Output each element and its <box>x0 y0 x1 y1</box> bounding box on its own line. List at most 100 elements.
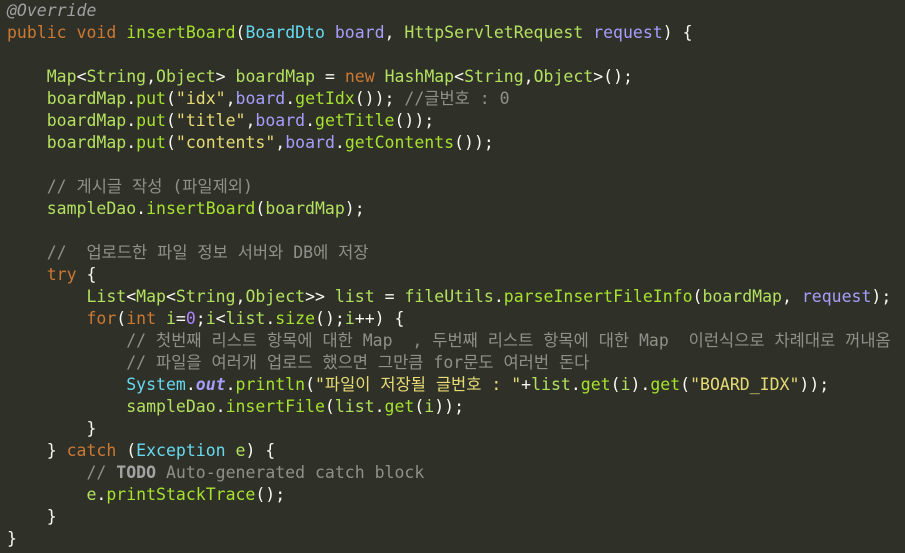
code-token: Map <box>136 287 166 306</box>
code-token: parseInsertFileInfo <box>503 287 693 306</box>
code-line[interactable]: boardMap.put("contents",board.getContent… <box>7 132 494 154</box>
code-token: board <box>334 23 385 42</box>
code-line[interactable]: // 업로드한 파일 정보 서버와 DB에 저장 <box>7 242 369 264</box>
code-token: insertBoard <box>126 23 236 42</box>
code-line[interactable]: sampleDao.insertFile(list.get(i)); <box>7 396 464 418</box>
code-line[interactable]: List<Map<String,Object>> list = fileUtil… <box>7 286 891 308</box>
code-token: size <box>275 309 316 328</box>
code-token: , <box>245 111 256 130</box>
code-token: i <box>620 375 631 394</box>
code-token: "idx" <box>175 89 226 108</box>
code-token: ( <box>116 441 137 460</box>
code-token: ) { <box>245 441 276 460</box>
code-token: . <box>215 397 226 416</box>
code-token: boardMap <box>235 67 316 86</box>
code-token: } <box>7 419 97 438</box>
code-token: > <box>215 67 226 86</box>
code-token: ( <box>414 397 425 416</box>
code-line[interactable]: // 파일을 여러개 업로드 했으면 그만큼 for문도 여러번 돈다 <box>7 352 589 374</box>
code-line[interactable]: Map<String,Object> boardMap = new HashMa… <box>7 66 633 88</box>
code-token: out <box>195 375 226 394</box>
code-token: printStackTrace <box>106 485 256 504</box>
code-token: , <box>275 133 286 152</box>
code-line[interactable]: try { <box>7 264 97 286</box>
code-token: get <box>580 375 611 394</box>
code-line[interactable]: @Override <box>7 0 96 22</box>
code-token: String <box>464 67 524 86</box>
code-token: put <box>136 133 166 152</box>
code-token: < <box>454 67 465 86</box>
code-token: Exception <box>136 441 226 460</box>
code-token: ); <box>871 287 892 306</box>
code-line[interactable]: // TODO Auto-generated catch block <box>7 462 424 484</box>
code-token: List <box>86 287 127 306</box>
code-token: . <box>285 89 296 108</box>
code-token: , <box>781 287 802 306</box>
code-line[interactable]: } <box>7 506 57 528</box>
code-token: "BOARD_IDX" <box>690 375 800 394</box>
code-token: String <box>175 287 236 306</box>
code-token: ( <box>165 133 176 152</box>
code-token: // 게시글 작성 (파일제외) <box>46 177 253 196</box>
code-token: i <box>424 397 435 416</box>
code-line[interactable]: sampleDao.insertBoard(boardMap); <box>7 198 365 220</box>
code-line[interactable]: } <box>7 528 17 550</box>
code-token: } <box>7 529 17 548</box>
code-token: . <box>334 133 345 152</box>
code-token: put <box>136 89 166 108</box>
code-line[interactable]: } catch (Exception e) { <box>7 440 276 462</box>
code-token: ); <box>344 199 365 218</box>
code-line[interactable]: // 게시글 작성 (파일제외) <box>7 176 253 198</box>
code-token: println <box>235 375 306 394</box>
code-line[interactable]: } <box>7 418 96 440</box>
code-line[interactable]: boardMap.put("idx",board.getIdx()); //글번… <box>7 88 510 110</box>
code-token: ). <box>630 375 651 394</box>
code-token: e <box>235 441 246 460</box>
code-token: < <box>76 67 87 86</box>
code-token: i <box>205 309 216 328</box>
code-token: list <box>334 397 375 416</box>
code-token: ( <box>692 287 703 306</box>
code-token: , <box>235 287 246 306</box>
code-line[interactable]: public void insertBoard(BoardDto board, … <box>7 22 693 44</box>
code-token: getTitle <box>315 111 395 130</box>
code-line[interactable]: // 첫번째 리스트 항목에 대한 Map , 두번째 리스트 항목에 대한 M… <box>7 330 891 352</box>
code-line[interactable]: e.printStackTrace(); <box>7 484 285 506</box>
code-token: for <box>86 309 117 328</box>
code-token: int <box>126 309 157 328</box>
code-token: put <box>136 111 166 130</box>
code-token: . <box>185 375 196 394</box>
code-token: boardMap <box>702 287 782 306</box>
code-token: e <box>86 485 97 504</box>
code-line[interactable]: for(int i=0;i<list.size();i++) { <box>7 308 404 330</box>
code-editor[interactable]: @Override public void insertBoard(BoardDt… <box>0 0 905 553</box>
code-token: getContents <box>344 133 455 152</box>
code-token: . <box>96 485 107 504</box>
code-token: BoardDto <box>245 23 325 42</box>
code-token: "파일이 저장될 글번호 : " <box>315 375 522 394</box>
code-token: Object <box>156 67 216 86</box>
code-line[interactable]: System.out.println("파일이 저장될 글번호 : "+list… <box>7 374 829 396</box>
code-line[interactable]: boardMap.put("title",board.getTitle()); <box>7 110 435 132</box>
code-token: + <box>521 375 532 394</box>
code-token: Auto-generated catch block <box>156 463 425 482</box>
code-token: @Override <box>7 1 97 20</box>
code-token: ++) { <box>354 309 405 328</box>
code-token: request <box>593 23 663 42</box>
code-token: >> <box>305 287 335 306</box>
code-token: // 첫번째 리스트 항목에 대한 Map , 두번째 리스트 항목에 대한 M… <box>126 331 891 350</box>
code-token: Object <box>533 67 594 86</box>
code-token: //글번호 : 0 <box>404 89 510 108</box>
